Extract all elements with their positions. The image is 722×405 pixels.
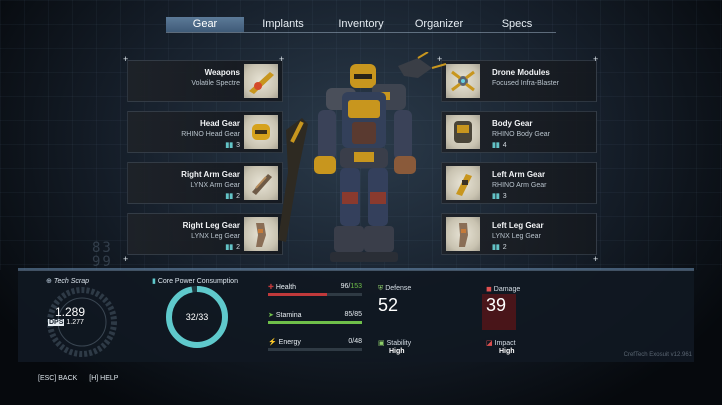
impact-value: High <box>499 348 515 355</box>
stamina-label: ➤ Stamina <box>268 312 302 319</box>
shield-icon: ⛨ <box>378 285 384 292</box>
tab-implants[interactable]: Implants <box>244 17 322 32</box>
impact-label: ◪ Impact <box>486 340 516 347</box>
corner-marker: + <box>593 254 599 264</box>
defense-value: 52 <box>378 295 399 315</box>
health-bar <box>268 293 362 296</box>
level-bars-icon: ▮▮ <box>225 193 234 200</box>
slot-weapons[interactable]: Weapons Volatile Spectre <box>127 60 283 102</box>
slot-title: Right Arm Gear <box>181 170 240 179</box>
stability-icon: ▣ <box>378 340 385 347</box>
health-bar-fill <box>268 293 328 296</box>
dps-badge: DPS <box>48 319 65 326</box>
level-bars-icon: ▮▮ <box>492 193 500 200</box>
slot-title: Left Arm Gear <box>492 170 546 179</box>
slot-level: ▮▮ 2 <box>225 193 240 200</box>
health-value: 96/153 <box>340 283 362 290</box>
stability-label: ▣ Stability <box>378 340 412 347</box>
version-credit: CrefTech Exosuit v12.961 <box>623 352 692 358</box>
stability-value: High <box>389 348 405 355</box>
slot-left-leg-gear[interactable]: Left Leg Gear LYNX Leg Gear ▮▮ 2 <box>441 213 597 255</box>
defense-label: ⛨ Defense <box>378 285 412 292</box>
slot-title: Drone Modules <box>492 68 550 77</box>
slot-title: Weapons <box>204 68 240 77</box>
damage-label: ◼ Damage <box>486 286 521 293</box>
damage-icon: ◼ <box>486 286 492 293</box>
slot-drone-modules[interactable]: Drone Modules Focused Infra-Blaster <box>441 60 597 102</box>
core-power-value: 32/33 <box>185 312 209 322</box>
slot-level: ▮▮ 3 <box>492 193 507 200</box>
slot-left-arm-gear[interactable]: Left Arm Gear RHINO Arm Gear ▮▮ 3 <box>441 162 597 204</box>
footer-controls: [ESC] BACK [H] HELP <box>38 375 128 382</box>
damage-value: 39 <box>486 295 507 315</box>
slot-level: ▮▮ 2 <box>225 244 240 251</box>
energy-label: ⚡ Energy <box>268 339 301 346</box>
tab-organizer[interactable]: Organizer <box>400 17 478 32</box>
tab-inventory[interactable]: Inventory <box>322 17 400 32</box>
dps-value: 1.277 <box>66 319 84 326</box>
stamina-bar <box>268 321 362 324</box>
energy-value: 0/48 <box>348 338 362 345</box>
slot-item: RHINO Arm Gear <box>492 182 547 189</box>
level-bars-icon: ▮▮ <box>492 244 500 251</box>
slot-level: ▮▮ 2 <box>492 244 507 251</box>
corner-marker: + <box>123 254 129 264</box>
slot-head-gear[interactable]: Head Gear RHINO Head Gear ▮▮ 3 <box>127 111 283 153</box>
slot-item: LYNX Arm Gear <box>190 182 240 189</box>
slot-item: LYNX Leg Gear <box>492 233 541 240</box>
tab-bar: Gear Implants Inventory Organizer Specs <box>166 17 556 33</box>
level-bars-icon: ▮▮ <box>225 244 234 251</box>
slot-level: ▮▮ 4 <box>492 142 507 149</box>
stamina-bar-fill <box>268 321 362 324</box>
level-bars-icon: ▮▮ <box>492 142 500 149</box>
health-icon: ✚ <box>268 284 274 291</box>
energy-bar <box>268 348 362 351</box>
level-bars-icon: ▮▮ <box>225 142 234 149</box>
slot-item: RHINO Head Gear <box>181 131 240 138</box>
slot-level: ▮▮ 3 <box>225 142 240 149</box>
slot-title: Left Leg Gear <box>492 221 544 230</box>
impact-icon: ◪ <box>486 340 493 347</box>
slot-title: Head Gear <box>199 119 240 128</box>
slot-item: Volatile Spectre <box>191 80 240 87</box>
health-label: ✚ Health <box>268 284 297 291</box>
energy-icon: ⚡ <box>268 339 277 346</box>
tech-scrap-value: 1.289 <box>54 305 86 319</box>
stamina-value: 85/85 <box>344 311 362 318</box>
slot-right-arm-gear[interactable]: Right Arm Gear LYNX Arm Gear ▮▮ 2 <box>127 162 283 204</box>
tab-specs[interactable]: Specs <box>478 17 556 32</box>
slot-title: Right Leg Gear <box>182 221 240 230</box>
slot-body-gear[interactable]: Body Gear RHINO Body Gear ▮▮ 4 <box>441 111 597 153</box>
corner-marker: + <box>593 54 599 64</box>
dps-readout: DPS 1.277 <box>48 319 84 326</box>
help-button[interactable]: [H] HELP <box>89 375 118 382</box>
slot-right-leg-gear[interactable]: Right Leg Gear LYNX Leg Gear ▮▮ 2 <box>127 213 283 255</box>
back-button[interactable]: [ESC] BACK <box>38 375 77 382</box>
exosuit-figure <box>278 52 447 262</box>
core-power-icon: ▮ <box>152 278 156 285</box>
slot-item: LYNX Leg Gear <box>191 233 240 240</box>
corner-marker: + <box>123 54 129 64</box>
slot-title: Body Gear <box>492 119 533 128</box>
tab-gear[interactable]: Gear <box>166 17 244 32</box>
slot-item: RHINO Body Gear <box>492 131 550 138</box>
stamina-icon: ➤ <box>268 312 274 319</box>
slot-item: Focused Infra-Blaster <box>492 80 559 87</box>
